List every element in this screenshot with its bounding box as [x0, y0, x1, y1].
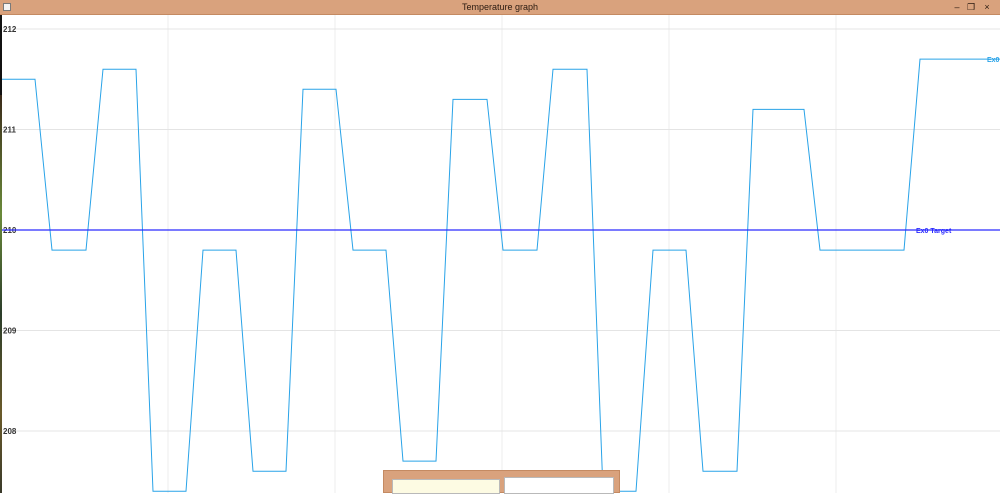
taskbar-preview[interactable] [383, 470, 620, 494]
background-window-edge [0, 15, 2, 95]
series-label: Ex0 [987, 57, 1000, 64]
title-bar[interactable]: Temperature graph – ❐ × [0, 0, 1000, 15]
taskbar-preview-window-2[interactable] [504, 477, 614, 494]
y-tick-label: 211 [3, 126, 16, 135]
temperature-graph: 212211210209208Ex0Ex0 Target [0, 15, 1000, 493]
series-line-ex0 [0, 58, 1000, 492]
taskbar-preview-window-1[interactable] [392, 479, 500, 494]
window-title: Temperature graph [461, 2, 539, 12]
close-button[interactable]: × [980, 1, 994, 13]
series-label: Ex0 Target [916, 228, 952, 235]
y-tick-label: 209 [3, 327, 17, 336]
y-tick-label: 212 [3, 25, 17, 34]
minimize-button[interactable]: – [950, 1, 964, 13]
restore-button[interactable]: ❐ [964, 1, 978, 13]
background-desktop-edge [0, 95, 2, 493]
y-tick-label: 208 [3, 427, 17, 436]
